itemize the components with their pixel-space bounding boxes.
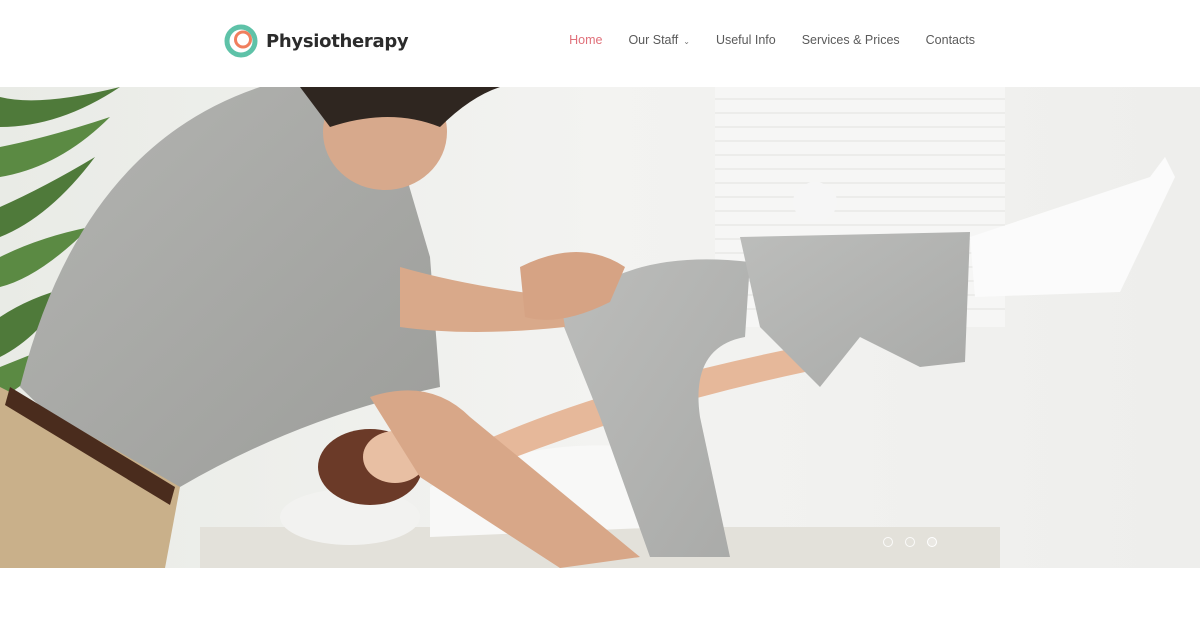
hero-image <box>0 87 1200 568</box>
content-area <box>0 568 1200 627</box>
chevron-down-icon: ⌄ <box>683 36 690 46</box>
slider-dots <box>883 537 937 547</box>
slider-dot-2[interactable] <box>905 537 915 547</box>
nav-item-label: Our Staff <box>628 33 679 47</box>
nav-item-services-prices[interactable]: Services & Prices <box>802 33 900 47</box>
brand-logo[interactable]: Physiotherapy <box>224 23 409 59</box>
slider-dot-1[interactable] <box>883 537 893 547</box>
brand-name: Physiotherapy <box>266 30 409 52</box>
logo-icon <box>224 24 258 58</box>
site-header: Physiotherapy Home Our Staff ⌄ Useful In… <box>0 0 1200 87</box>
main-nav: Home Our Staff ⌄ Useful Info Services & … <box>569 33 975 47</box>
nav-item-label: Home <box>569 33 603 47</box>
nav-item-contacts[interactable]: Contacts <box>926 33 975 47</box>
nav-item-label: Contacts <box>925 33 975 47</box>
nav-item-useful-info[interactable]: Useful Info <box>716 33 776 47</box>
nav-item-our-staff[interactable]: Our Staff ⌄ <box>628 33 690 47</box>
nav-item-label: Services & Prices <box>801 33 900 47</box>
nav-item-home[interactable]: Home <box>569 33 602 47</box>
hero-slider <box>0 87 1200 568</box>
nav-item-label: Useful Info <box>715 33 776 47</box>
slider-dot-3[interactable] <box>927 537 937 547</box>
